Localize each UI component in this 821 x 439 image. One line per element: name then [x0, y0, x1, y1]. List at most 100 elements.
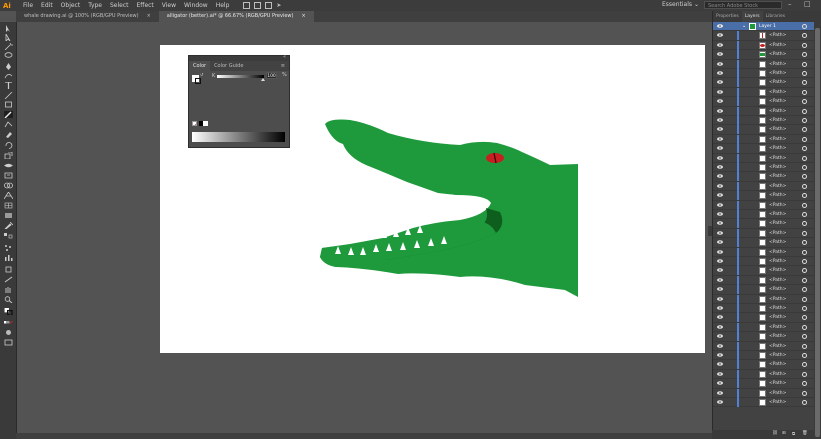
symbol-sprayer-tool-icon[interactable] — [4, 244, 13, 251]
visibility-eye-icon[interactable] — [717, 324, 723, 329]
target-circle-icon[interactable] — [802, 371, 807, 377]
magic-wand-tool-icon[interactable] — [4, 43, 13, 50]
direct-selection-tool-icon[interactable] — [4, 34, 13, 41]
swap-colors-icon[interactable]: ↺ — [200, 72, 203, 77]
target-circle-icon[interactable] — [802, 193, 807, 199]
layer-row[interactable]: <Path> — [713, 200, 815, 210]
path-name[interactable]: <Path> — [769, 343, 786, 350]
visibility-eye-icon[interactable] — [717, 89, 723, 94]
target-circle-icon[interactable] — [802, 381, 807, 387]
path-name[interactable]: <Path> — [769, 352, 786, 359]
layer-row[interactable]: <Path> — [713, 144, 815, 154]
target-circle-icon[interactable] — [802, 343, 807, 349]
target-circle-icon[interactable] — [802, 324, 807, 330]
path-name[interactable]: <Path> — [769, 192, 786, 199]
workspace-switcher[interactable]: Essentials ⌄ — [662, 1, 699, 8]
visibility-eye-icon[interactable] — [717, 230, 723, 235]
menu-type[interactable]: Type — [88, 2, 102, 9]
path-name[interactable]: <Path> — [769, 314, 786, 321]
tab-properties[interactable]: Properties — [713, 11, 742, 22]
layer-row[interactable]: <Path> — [713, 341, 815, 351]
target-circle-icon[interactable] — [802, 240, 807, 246]
visibility-eye-icon[interactable] — [717, 146, 723, 150]
path-name[interactable]: <Path> — [769, 211, 786, 218]
target-circle-icon[interactable] — [802, 334, 807, 340]
path-name[interactable]: <Path> — [769, 79, 786, 86]
layer-row[interactable]: <Path> — [713, 40, 815, 51]
target-circle-icon[interactable] — [802, 174, 807, 180]
path-name[interactable]: <Path> — [769, 89, 786, 96]
layer-row[interactable]: <Path> — [713, 181, 815, 192]
layer-row[interactable]: <Path> — [713, 388, 815, 398]
path-name[interactable]: <Path> — [769, 333, 786, 340]
layer-row[interactable]: <Path> — [713, 369, 815, 380]
grid-icon[interactable] — [254, 2, 262, 9]
visibility-eye-icon[interactable] — [717, 343, 723, 348]
path-name[interactable]: <Path> — [769, 230, 786, 237]
visibility-eye-icon[interactable] — [717, 315, 723, 320]
delete-icon[interactable]: 🗑 — [802, 431, 808, 436]
target-circle-icon[interactable] — [802, 80, 807, 86]
layer-row[interactable]: <Path> — [713, 322, 815, 333]
layer-name[interactable]: Layer 1 — [759, 23, 776, 30]
layer-row[interactable]: <Path> — [713, 294, 815, 304]
new-sublayer-icon[interactable]: ⊞ — [782, 431, 786, 436]
target-circle-icon[interactable] — [802, 268, 807, 274]
pen-tool-icon[interactable] — [4, 63, 13, 70]
visibility-eye-icon[interactable] — [717, 61, 723, 66]
visibility-eye-icon[interactable] — [717, 296, 723, 301]
visibility-eye-icon[interactable] — [717, 277, 723, 282]
visibility-eye-icon[interactable] — [717, 212, 723, 216]
layer-row[interactable]: <Path> — [713, 116, 815, 126]
target-circle-icon[interactable] — [802, 277, 807, 283]
zoom-tool-icon[interactable] — [4, 296, 13, 303]
menu-view[interactable]: View — [162, 2, 176, 9]
target-circle-icon[interactable] — [802, 108, 807, 114]
target-circle-icon[interactable] — [802, 287, 807, 293]
visibility-eye-icon[interactable] — [717, 202, 723, 207]
visibility-eye-icon[interactable] — [717, 71, 723, 75]
visibility-eye-icon[interactable] — [717, 371, 723, 376]
paintbrush-tool-icon[interactable] — [4, 111, 13, 118]
visibility-eye-icon[interactable] — [717, 249, 723, 254]
path-name[interactable]: <Path> — [769, 380, 786, 387]
path-name[interactable]: <Path> — [769, 286, 786, 293]
menu-effect[interactable]: Effect — [137, 2, 154, 9]
tab-libraries[interactable]: Libraries — [763, 11, 788, 22]
layer-row[interactable]: <Path> — [713, 59, 815, 69]
artboard-tool-icon[interactable] — [4, 266, 13, 273]
path-name[interactable]: <Path> — [769, 126, 786, 133]
bridge-icon[interactable] — [243, 2, 251, 9]
target-circle-icon[interactable] — [802, 259, 807, 264]
path-name[interactable]: <Path> — [769, 390, 786, 397]
target-circle-icon[interactable] — [802, 99, 807, 105]
target-circle-icon[interactable] — [802, 249, 807, 255]
visibility-eye-icon[interactable] — [717, 240, 723, 244]
menu-edit[interactable]: Edit — [41, 2, 53, 9]
path-name[interactable]: <Path> — [769, 277, 786, 284]
visibility-eye-icon[interactable] — [717, 381, 723, 385]
target-circle-icon[interactable] — [802, 221, 807, 227]
perspective-grid-tool-icon[interactable] — [4, 192, 13, 199]
lasso-tool-icon[interactable] — [4, 52, 13, 59]
target-circle-icon[interactable] — [802, 362, 807, 368]
color-modes-icon[interactable] — [4, 319, 13, 326]
path-name[interactable]: <Path> — [769, 399, 786, 406]
visibility-eye-icon[interactable] — [717, 259, 723, 263]
target-circle-icon[interactable] — [802, 155, 807, 161]
visibility-eye-icon[interactable] — [717, 353, 723, 357]
k-slider-handle[interactable] — [261, 78, 265, 81]
path-name[interactable]: <Path> — [769, 324, 786, 331]
target-circle-icon[interactable] — [802, 146, 807, 152]
target-circle-icon[interactable] — [802, 118, 807, 123]
visibility-eye-icon[interactable] — [717, 127, 723, 132]
maximize-icon[interactable]: □ — [804, 0, 811, 8]
layer-row[interactable]: <Path> — [713, 219, 815, 229]
selection-tool-icon[interactable] — [4, 25, 13, 32]
path-name[interactable]: <Path> — [769, 249, 786, 256]
path-name[interactable]: <Path> — [769, 42, 786, 49]
layer-row[interactable]: <Path> — [713, 360, 815, 370]
visibility-eye-icon[interactable] — [717, 99, 723, 103]
k-slider-track[interactable] — [217, 75, 264, 78]
layer-row[interactable]: <Path> — [713, 163, 815, 173]
